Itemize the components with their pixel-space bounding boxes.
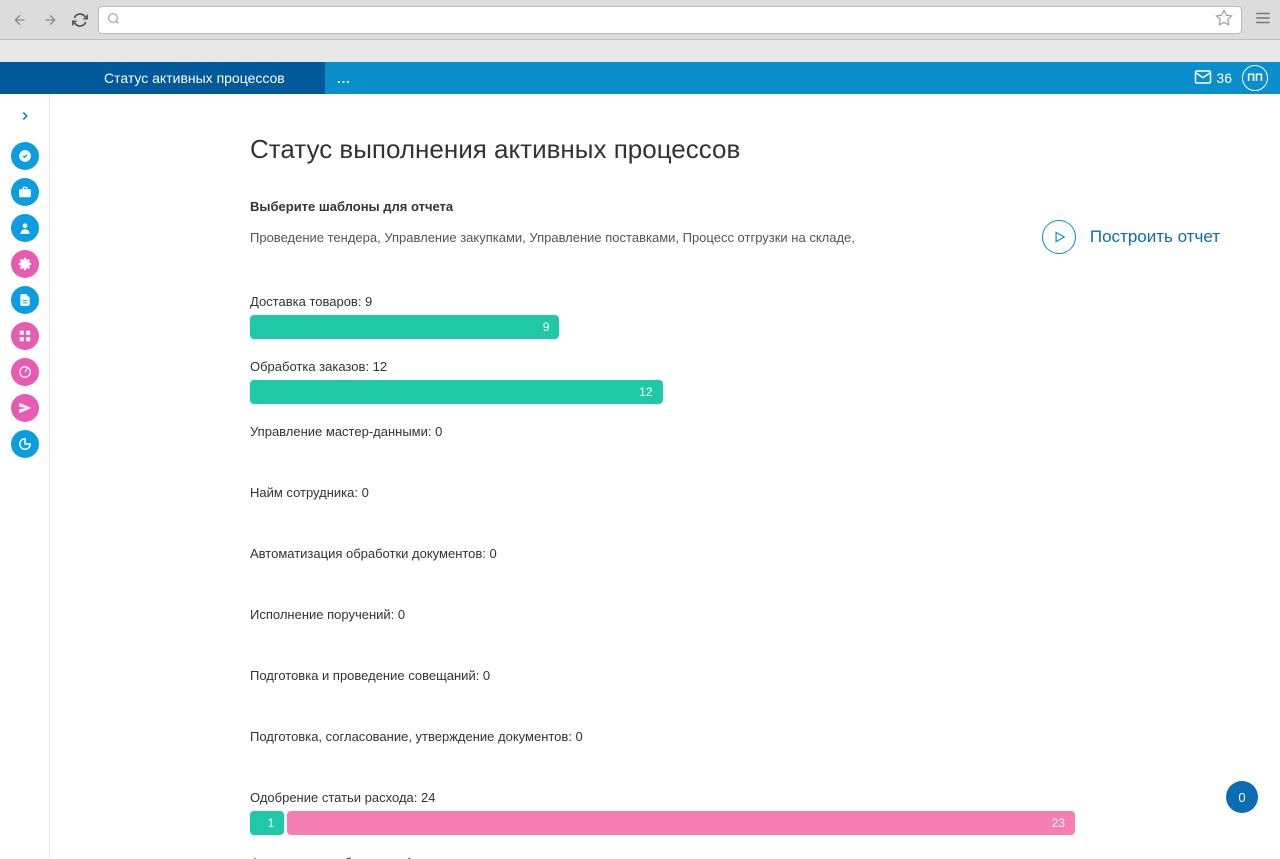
mail-icon (1194, 68, 1212, 89)
bar-segment-ontime: 1 (250, 811, 284, 835)
bar-track (250, 445, 1075, 465)
page-title: Статус выполнения активных процессов (250, 134, 1220, 165)
bar-track (250, 689, 1075, 709)
templates-field[interactable]: Проведение тендера, Управление закупками… (250, 230, 1012, 245)
chart-row: Автоматизация обработки документов: 0 (250, 546, 1075, 587)
sidebar-item-document[interactable] (11, 286, 39, 314)
mail-count-value: 36 (1216, 70, 1232, 86)
bar-track: 9 (250, 315, 1075, 339)
pre-header-spacer (0, 40, 1280, 62)
floating-counter[interactable]: 0 (1226, 781, 1258, 813)
sidebar-item-briefcase[interactable] (11, 178, 39, 206)
sidebar (0, 94, 50, 859)
sidebar-item-dashboard[interactable] (11, 358, 39, 386)
browser-toolbar (0, 0, 1280, 40)
header-more-icon[interactable]: ... (337, 71, 351, 86)
bar-segment-ontime: 9 (250, 315, 559, 339)
app-header: Статус активных процессов ... 36 ПП (0, 62, 1280, 94)
chart-row: Управление мастер-данными: 0 (250, 424, 1075, 465)
bar-track (250, 567, 1075, 587)
chart-row-label: Подготовка и проведение совещаний: 0 (250, 668, 1075, 683)
build-report-label: Построить отчет (1090, 227, 1220, 247)
chart-row: Обработка заказов: 12 12 (250, 359, 1075, 404)
browser-menu-icon[interactable] (1254, 9, 1272, 30)
mail-button[interactable]: 36 (1194, 68, 1232, 89)
bar-segment-ontime: 12 (250, 380, 663, 404)
play-icon (1042, 220, 1076, 254)
chart-row: Формирование бюджета: 44 (250, 855, 1075, 859)
sidebar-item-apps[interactable] (11, 322, 39, 350)
chart-row: Доставка товаров: 9 9 (250, 294, 1075, 339)
bar-track: 123 (250, 811, 1075, 835)
url-input[interactable] (126, 12, 1215, 27)
chart: Доставка товаров: 9 9 Обработка заказов: 1… (250, 294, 1075, 859)
templates-label: Выберите шаблоны для отчета (250, 199, 1220, 214)
bar-segment-late: 23 (287, 811, 1075, 835)
build-report-button[interactable]: Построить отчет (1042, 220, 1220, 254)
bar-track (250, 750, 1075, 770)
chart-row: Одобрение статьи расхода: 24 123 (250, 790, 1075, 835)
sidebar-expand-icon[interactable] (11, 102, 39, 130)
user-avatar[interactable]: ПП (1242, 65, 1268, 91)
reload-button[interactable] (68, 8, 92, 32)
back-button[interactable] (8, 8, 32, 32)
header-title: Статус активных процессов (0, 62, 325, 94)
bar-track (250, 506, 1075, 526)
sidebar-item-chart[interactable] (11, 430, 39, 458)
search-icon (107, 12, 120, 28)
bar-track (250, 628, 1075, 648)
chart-row: Найм сотрудника: 0 (250, 485, 1075, 526)
chart-row-label: Доставка товаров: 9 (250, 294, 1075, 309)
sidebar-item-tasks[interactable] (11, 142, 39, 170)
chart-row: Исполнение поручений: 0 (250, 607, 1075, 648)
chart-row-label: Исполнение поручений: 0 (250, 607, 1075, 622)
chart-row-label: Одобрение статьи расхода: 24 (250, 790, 1075, 805)
chart-row-label: Найм сотрудника: 0 (250, 485, 1075, 500)
address-bar[interactable] (98, 6, 1242, 34)
chart-row-label: Подготовка, согласование, утверждение до… (250, 729, 1075, 744)
chart-row: Подготовка и проведение совещаний: 0 (250, 668, 1075, 709)
chart-row: Подготовка, согласование, утверждение до… (250, 729, 1075, 770)
bar-track: 12 (250, 380, 1075, 404)
chart-row-label: Управление мастер-данными: 0 (250, 424, 1075, 439)
chart-row-label: Формирование бюджета: 4 (250, 855, 1075, 859)
chart-row-label: Обработка заказов: 12 (250, 359, 1075, 374)
forward-button[interactable] (38, 8, 62, 32)
bookmark-star-icon[interactable] (1215, 9, 1233, 30)
sidebar-item-user[interactable] (11, 214, 39, 242)
sidebar-item-gear[interactable] (11, 250, 39, 278)
chart-row-label: Автоматизация обработки документов: 0 (250, 546, 1075, 561)
main-content: Статус выполнения активных процессов Выб… (50, 94, 1280, 859)
sidebar-item-send[interactable] (11, 394, 39, 422)
